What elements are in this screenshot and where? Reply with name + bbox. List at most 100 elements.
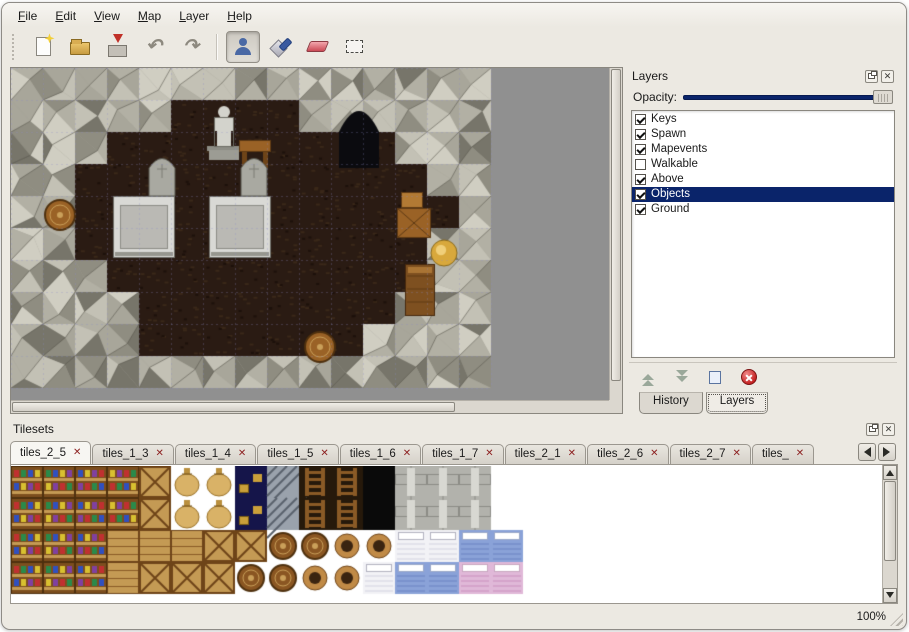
tileset-tab-label: tiles_1_4	[185, 448, 231, 460]
new-file-button[interactable]	[26, 31, 60, 63]
tileset-tab-tiles_1_4[interactable]: tiles_1_4 ✕	[175, 444, 256, 464]
float-icon	[869, 426, 876, 432]
redo-button[interactable]: ↷	[174, 31, 208, 63]
tileset-tab-label: tiles_1_3	[102, 448, 148, 460]
close-tab-icon[interactable]: ✕	[403, 449, 411, 459]
menu-view[interactable]: View	[86, 7, 128, 25]
tilesets-panel-title: Tilesets	[13, 422, 863, 436]
panel-tabs: HistoryLayers	[629, 392, 897, 414]
menu-edit[interactable]: Edit	[47, 7, 84, 25]
close-tab-icon[interactable]: ✕	[320, 449, 328, 459]
float-icon	[868, 73, 875, 79]
stamp-tool-icon	[235, 38, 251, 55]
layer-checkbox[interactable]	[635, 189, 646, 200]
map-horizontal-scrollbar[interactable]	[11, 400, 609, 413]
opacity-slider[interactable]	[683, 89, 893, 105]
select-tool-button[interactable]	[337, 31, 371, 63]
toolbar-drag-handle[interactable]	[12, 34, 17, 60]
layer-checkbox[interactable]	[635, 159, 646, 170]
raise-layer-button[interactable]	[639, 369, 657, 386]
delete-layer-button[interactable]	[739, 367, 759, 387]
layer-row-mapevents[interactable]: Mapevents	[632, 142, 894, 157]
layer-label: Above	[651, 173, 684, 185]
menu-help[interactable]: Help	[219, 7, 260, 25]
tilesets-panel: Tilesets ✕ tiles_2_5✕tiles_1_3✕tiles_1_4…	[10, 420, 898, 604]
map-vertical-scrollbar[interactable]	[609, 68, 622, 400]
tileset-tab-label: tiles_2_6	[597, 448, 643, 460]
tileset-tab-tiles_1_7[interactable]: tiles_1_7 ✕	[422, 444, 503, 464]
tileset-tab-tiles_2_6[interactable]: tiles_2_6 ✕	[587, 444, 668, 464]
close-tilesets-icon[interactable]: ✕	[882, 423, 895, 436]
open-file-button[interactable]	[63, 31, 97, 63]
close-tab-icon[interactable]: ✕	[238, 449, 246, 459]
toolbar: ↶↷	[2, 27, 906, 67]
opacity-slider-handle[interactable]	[873, 90, 893, 104]
tileset-tab-tiles_2_1[interactable]: tiles_2_1✕	[505, 444, 586, 464]
close-tab-icon[interactable]: ✕	[155, 449, 163, 459]
undo-icon: ↶	[146, 37, 162, 56]
tileset-tab-label: tiles_1_7	[432, 448, 478, 460]
scroll-up-button[interactable]	[883, 465, 897, 480]
eraser-tool-button[interactable]	[300, 31, 334, 63]
arrow-right-icon	[883, 447, 895, 457]
layer-label: Objects	[651, 188, 690, 200]
save-file-button[interactable]	[100, 31, 134, 63]
tileset-tab-tiles_1_3[interactable]: tiles_1_3 ✕	[92, 444, 173, 464]
menu-layer[interactable]: Layer	[171, 7, 217, 25]
close-tab-icon[interactable]: ✕	[733, 449, 741, 459]
layer-row-ground[interactable]: Ground	[632, 202, 894, 217]
duplicate-layer-button[interactable]	[707, 369, 723, 386]
layer-checkbox[interactable]	[635, 114, 646, 125]
resize-grip[interactable]	[890, 613, 903, 626]
brush-tool-button[interactable]	[263, 31, 297, 63]
map-hscroll-thumb[interactable]	[12, 402, 455, 412]
tab-history[interactable]: History	[639, 392, 703, 414]
tileset-scroll-thumb[interactable]	[884, 481, 896, 561]
undo-button[interactable]: ↶	[137, 31, 171, 63]
opacity-label: Opacity:	[633, 90, 677, 104]
close-tab-icon[interactable]: ✕	[650, 449, 658, 459]
tileset-tab-tiles_[interactable]: tiles_✕	[752, 444, 814, 464]
layer-checkbox[interactable]	[635, 204, 646, 215]
map-viewport	[10, 67, 623, 414]
layer-row-spawn[interactable]: Spawn	[632, 127, 894, 142]
layer-label: Keys	[651, 113, 677, 125]
close-tab-icon[interactable]: ✕	[73, 448, 81, 458]
tileset-tab-tiles_1_6[interactable]: tiles_1_6✕	[340, 444, 421, 464]
tileset-tab-tiles_2_5[interactable]: tiles_2_5✕	[10, 441, 91, 464]
chevron-down-icon	[675, 371, 689, 384]
float-tilesets-icon[interactable]	[866, 423, 879, 436]
close-tab-icon[interactable]: ✕	[568, 449, 576, 459]
app-window: FileEditViewMapLayerHelp ↶↷ Layers ✕ Opa…	[1, 2, 907, 630]
layer-checkbox[interactable]	[635, 144, 646, 155]
main-area: Layers ✕ Opacity: Keys SpawnMapeventsWalk…	[2, 67, 906, 414]
tileset-canvas[interactable]	[11, 466, 883, 598]
layer-checkbox[interactable]	[635, 174, 646, 185]
layer-checkbox[interactable]	[635, 129, 646, 140]
close-tab-icon[interactable]: ✕	[796, 449, 804, 459]
select-tool-icon	[346, 40, 363, 53]
layer-row-keys[interactable]: Keys	[632, 112, 894, 127]
menu-map[interactable]: Map	[130, 7, 169, 25]
tab-layers[interactable]: Layers	[706, 392, 769, 414]
scroll-tabs-right-button[interactable]	[878, 443, 896, 461]
menu-file[interactable]: File	[10, 7, 45, 25]
delete-icon	[741, 369, 757, 385]
scroll-down-button[interactable]	[883, 588, 897, 603]
layer-row-objects[interactable]: Objects	[632, 187, 894, 202]
layer-row-above[interactable]: Above	[632, 172, 894, 187]
tileset-tabs: tiles_2_5✕tiles_1_3✕tiles_1_4✕tiles_1_5✕…	[10, 441, 852, 464]
lower-layer-button[interactable]	[673, 369, 691, 386]
stamp-tool-button[interactable]	[226, 31, 260, 63]
map-vscroll-thumb[interactable]	[611, 69, 621, 381]
close-panel-icon[interactable]: ✕	[881, 70, 894, 83]
tileset-tab-tiles_1_5[interactable]: tiles_1_5✕	[257, 444, 338, 464]
float-panel-icon[interactable]	[865, 70, 878, 83]
layer-row-walkable[interactable]: Walkable	[632, 157, 894, 172]
map-canvas[interactable]	[11, 68, 609, 400]
opacity-slider-track[interactable]	[683, 95, 891, 100]
tileset-scrollbar[interactable]	[882, 465, 897, 603]
close-tab-icon[interactable]: ✕	[485, 449, 493, 459]
tileset-tab-tiles_2_7[interactable]: tiles_2_7✕	[670, 444, 751, 464]
scroll-tabs-left-button[interactable]	[858, 443, 876, 461]
